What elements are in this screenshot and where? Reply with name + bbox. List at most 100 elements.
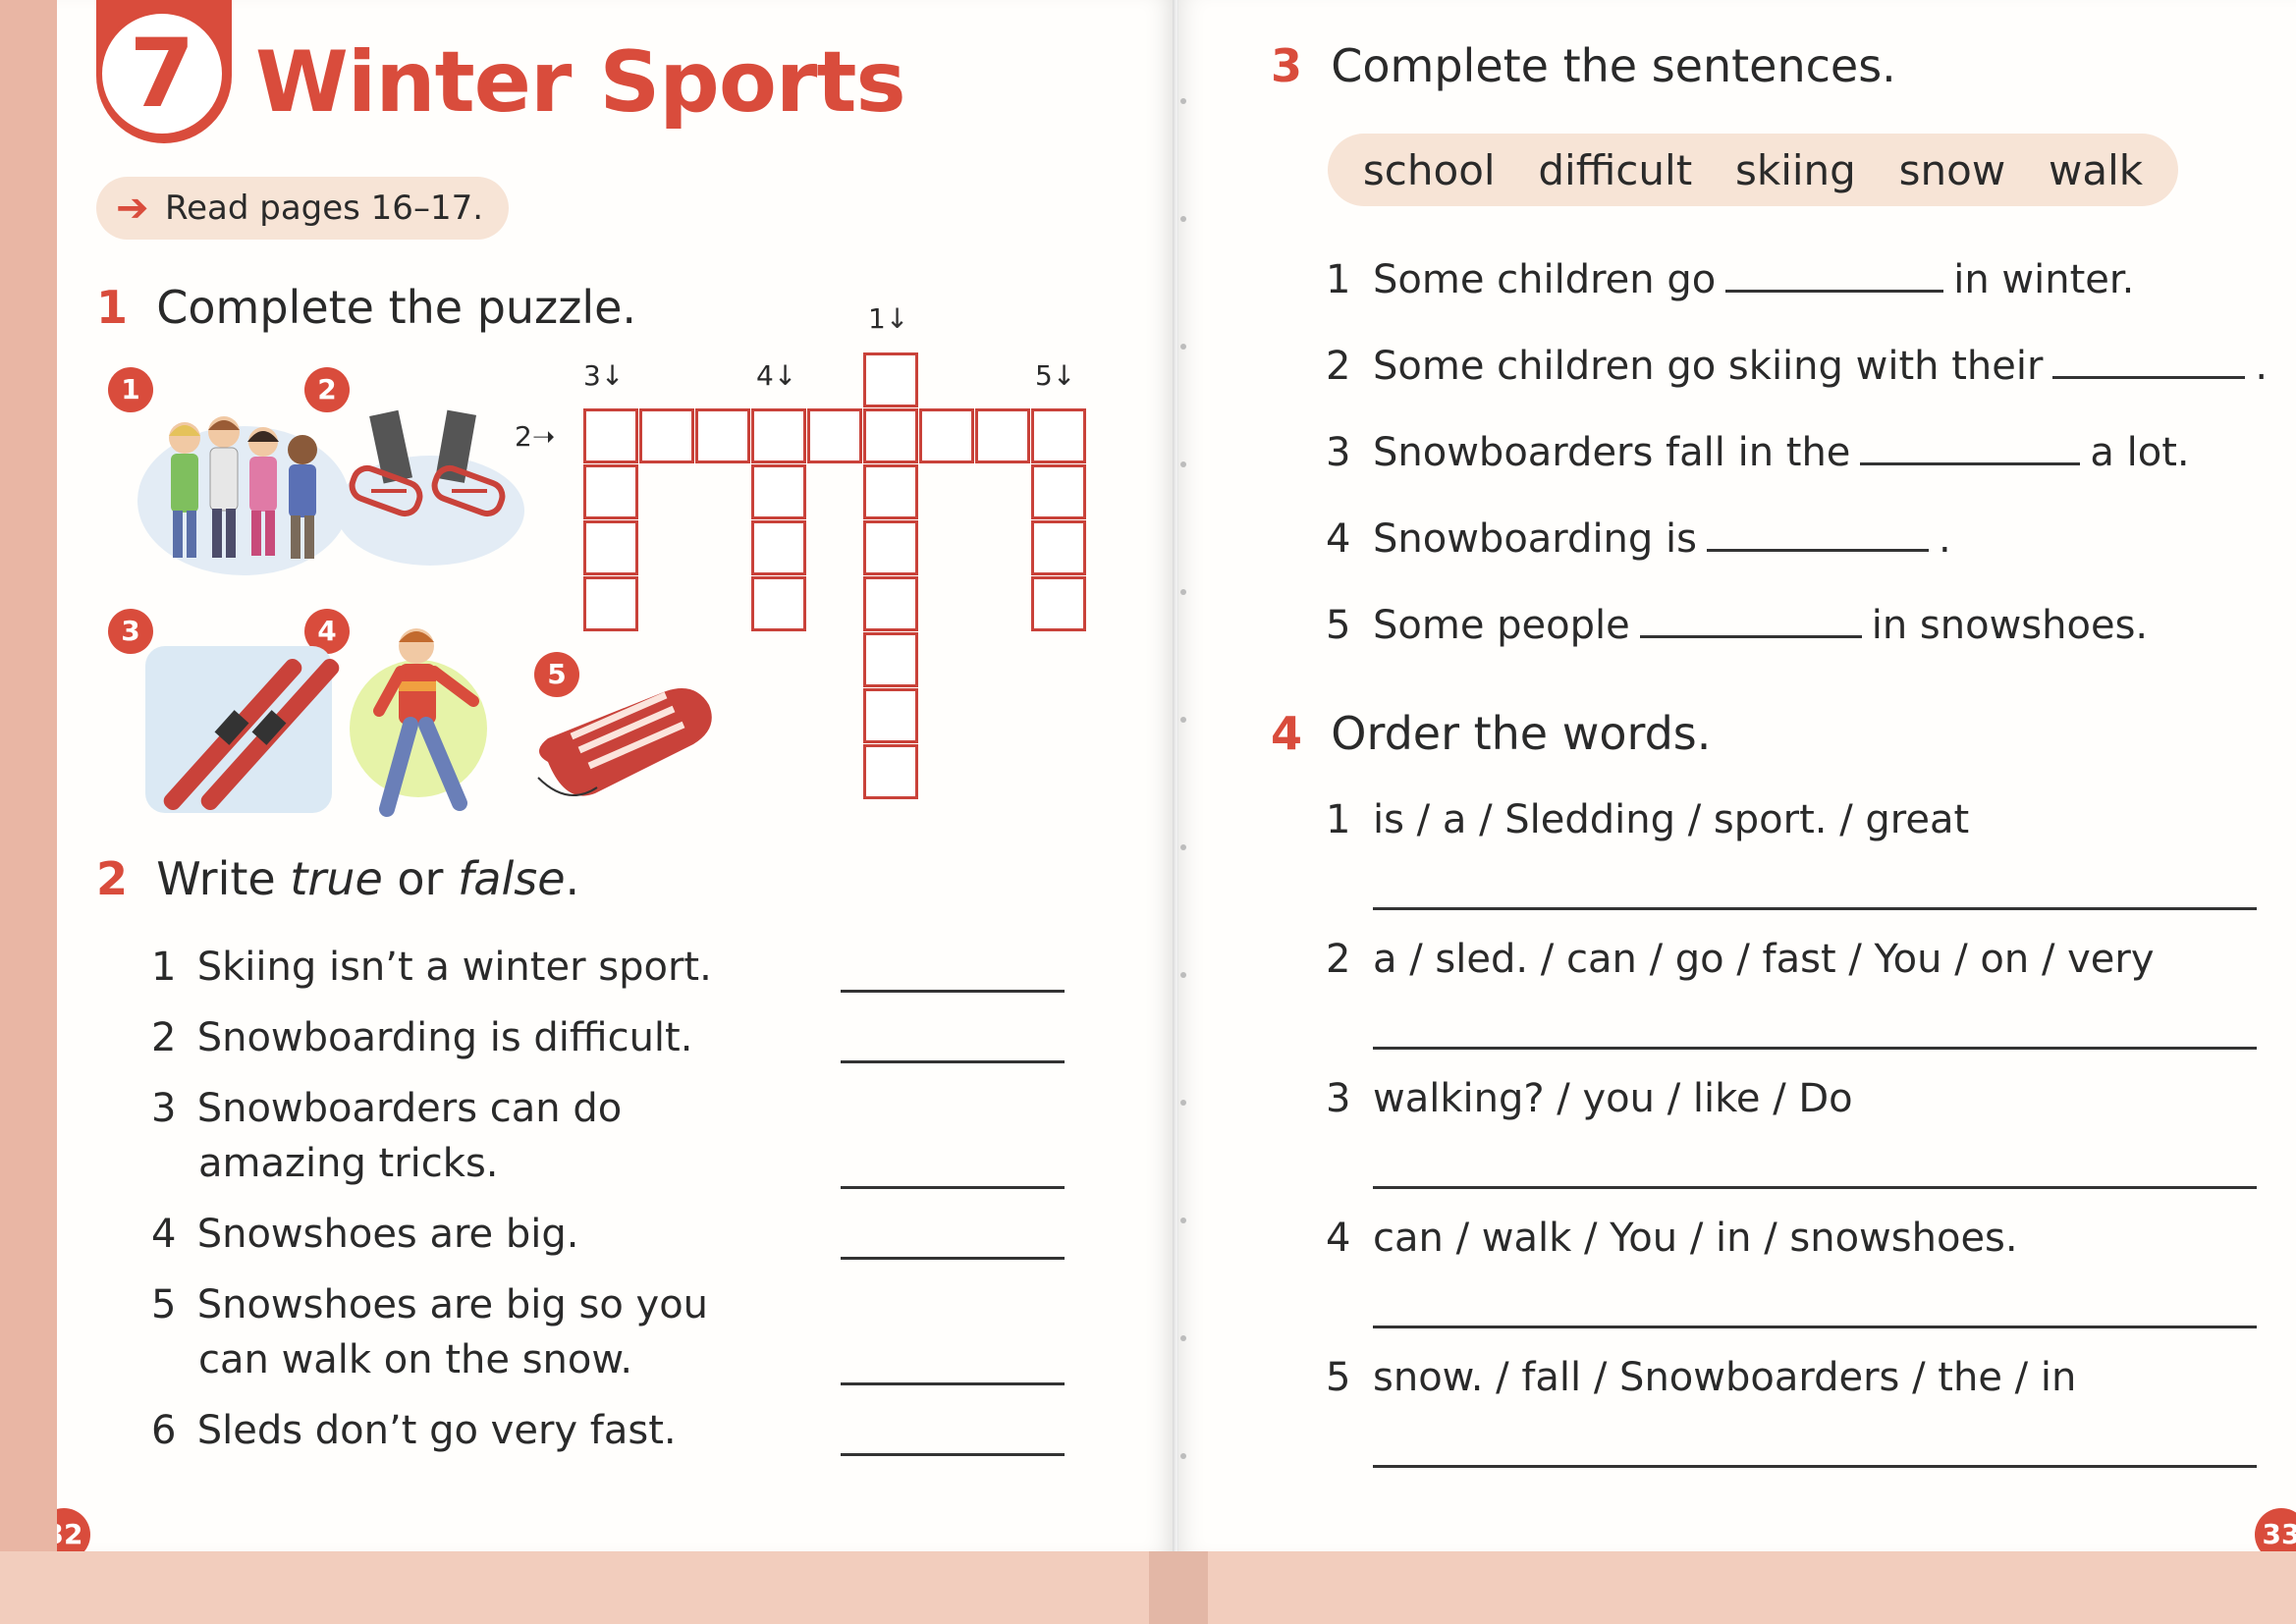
instruction-true: true: [290, 852, 383, 905]
crossword-cell[interactable]: [1031, 576, 1086, 631]
item-number: 4: [1326, 1216, 1351, 1261]
crossword-cell[interactable]: [583, 520, 638, 575]
answer-line[interactable]: [1373, 907, 2257, 910]
answer-line[interactable]: [1373, 1186, 2257, 1189]
clue-label-3: 3↓: [583, 359, 624, 392]
answer-line[interactable]: [841, 1382, 1065, 1385]
item-number: 5: [1326, 603, 1351, 648]
crossword-cell[interactable]: [1031, 408, 1086, 463]
instruction-text: .: [565, 852, 580, 905]
answer-line[interactable]: [841, 990, 1065, 993]
item-number: 1: [1326, 257, 1351, 302]
scrambled-words: walking? / you / like / Do: [1373, 1076, 1853, 1121]
crossword-cell[interactable]: [863, 576, 918, 631]
crossword-cell[interactable]: [751, 576, 806, 631]
crossword-cell[interactable]: [919, 408, 974, 463]
clue-number: 3: [583, 359, 601, 392]
arrow-left-icon: ➔: [116, 186, 149, 231]
answer-line[interactable]: [1373, 1047, 2257, 1050]
blank-line[interactable]: [1860, 462, 2081, 465]
instruction-false: false: [458, 852, 566, 905]
crossword-cell[interactable]: [1031, 464, 1086, 519]
instruction-text: Write: [156, 852, 291, 905]
page-number-left: 32: [57, 1508, 90, 1551]
crossword-cell[interactable]: [751, 520, 806, 575]
page-title: Winter Sports: [255, 33, 906, 132]
crossword-cell[interactable]: [975, 408, 1030, 463]
section-instruction: Complete the sentences.: [1331, 39, 1896, 92]
crossword-cell[interactable]: [639, 408, 694, 463]
crossword-cell[interactable]: [583, 576, 638, 631]
crossword-cell[interactable]: [863, 464, 918, 519]
crossword-cell[interactable]: [863, 688, 918, 743]
item-number: 5: [151, 1282, 177, 1327]
children-illustration: [137, 416, 350, 575]
sentence-end: in snowshoes.: [1871, 603, 2149, 648]
snowshoes-illustration: [336, 409, 524, 566]
answer-line[interactable]: [1373, 1465, 2257, 1468]
item-text: Snowboarders can do: [196, 1086, 623, 1131]
section-3-heading: 3 Complete the sentences.: [1271, 39, 1896, 92]
arrow-down-icon: ↓: [600, 359, 625, 392]
crossword-cell[interactable]: [751, 464, 806, 519]
sentence-start: Some people: [1373, 603, 1630, 648]
section-instruction: Order the words.: [1331, 707, 1712, 760]
section-2-heading: 2 Write true or false.: [96, 852, 579, 905]
crossword-cell[interactable]: [863, 744, 918, 799]
order-item: 4 can / walk / You / in / snowshoes.: [1326, 1216, 2018, 1261]
word-bank-item: snow: [1898, 145, 2006, 194]
read-pages-text: Read pages 16–17.: [165, 189, 484, 228]
word-bank-item: difficult: [1538, 145, 1693, 194]
crossword-cell[interactable]: [583, 408, 638, 463]
answer-line[interactable]: [841, 1186, 1065, 1189]
answer-line[interactable]: [841, 1060, 1065, 1063]
answer-line[interactable]: [841, 1257, 1065, 1260]
read-pages-pill: ➔ Read pages 16–17.: [96, 177, 510, 240]
page-number-right: 33: [2255, 1508, 2296, 1551]
crossword-cell[interactable]: [751, 408, 806, 463]
crossword-cell[interactable]: [863, 520, 918, 575]
answer-line[interactable]: [1373, 1326, 2257, 1328]
word-bank-item: skiing: [1734, 145, 1856, 194]
true-false-item: 5 Snowshoes are big so you: [151, 1282, 708, 1327]
crossword-cell[interactable]: [583, 464, 638, 519]
scrambled-words: can / walk / You / in / snowshoes.: [1373, 1216, 2018, 1261]
sentence-start: Some children go: [1373, 257, 1717, 302]
clue-number: 4: [756, 359, 774, 392]
sentence-start: Snowboarding is: [1373, 516, 1697, 562]
crossword-cell[interactable]: [695, 408, 750, 463]
item-number: 2: [1326, 344, 1351, 389]
blank-line[interactable]: [1639, 635, 1862, 638]
item-number: 6: [151, 1408, 177, 1453]
sentence-item: 5 Some people in snowshoes.: [1326, 603, 2148, 648]
crossword-cell[interactable]: [863, 408, 918, 463]
item-number: 4: [151, 1212, 177, 1257]
crossword-cell[interactable]: [863, 352, 918, 407]
scrambled-words: is / a / Sledding / sport. / great: [1373, 797, 1970, 842]
section-number: 2: [96, 852, 129, 905]
sentence-item: 1 Some children go in winter.: [1326, 257, 2134, 302]
arrow-down-icon: ↓: [885, 302, 909, 335]
crossword-cell[interactable]: [807, 408, 862, 463]
order-item: 3 walking? / you / like / Do: [1326, 1076, 1853, 1121]
unit-number: 7: [98, 10, 226, 137]
clue-number: 1: [868, 302, 886, 335]
sentence-start: Some children go skiing with their: [1373, 344, 2044, 389]
section-number: 1: [96, 281, 129, 334]
answer-line[interactable]: [841, 1453, 1065, 1456]
clue-number: 5: [1035, 359, 1053, 392]
true-false-item-continued: can walk on the snow.: [198, 1337, 633, 1382]
crossword-cell[interactable]: [1031, 520, 1086, 575]
item-number: 1: [1326, 797, 1351, 842]
scrambled-words: a / sled. / can / go / fast / You / on /…: [1373, 937, 2155, 982]
order-item: 5 snow. / fall / Snowboarders / the / in: [1326, 1355, 2076, 1400]
section-4-heading: 4 Order the words.: [1271, 707, 1711, 760]
blank-line[interactable]: [2052, 376, 2246, 379]
sentence-start: Snowboarders fall in the: [1373, 430, 1851, 475]
blank-line[interactable]: [1725, 290, 1944, 293]
blank-line[interactable]: [1706, 549, 1929, 552]
section-1-heading: 1 Complete the puzzle.: [96, 281, 636, 334]
crossword-cell[interactable]: [863, 632, 918, 687]
clue-label-5: 5↓: [1035, 359, 1075, 392]
skis-illustration: [145, 646, 340, 813]
